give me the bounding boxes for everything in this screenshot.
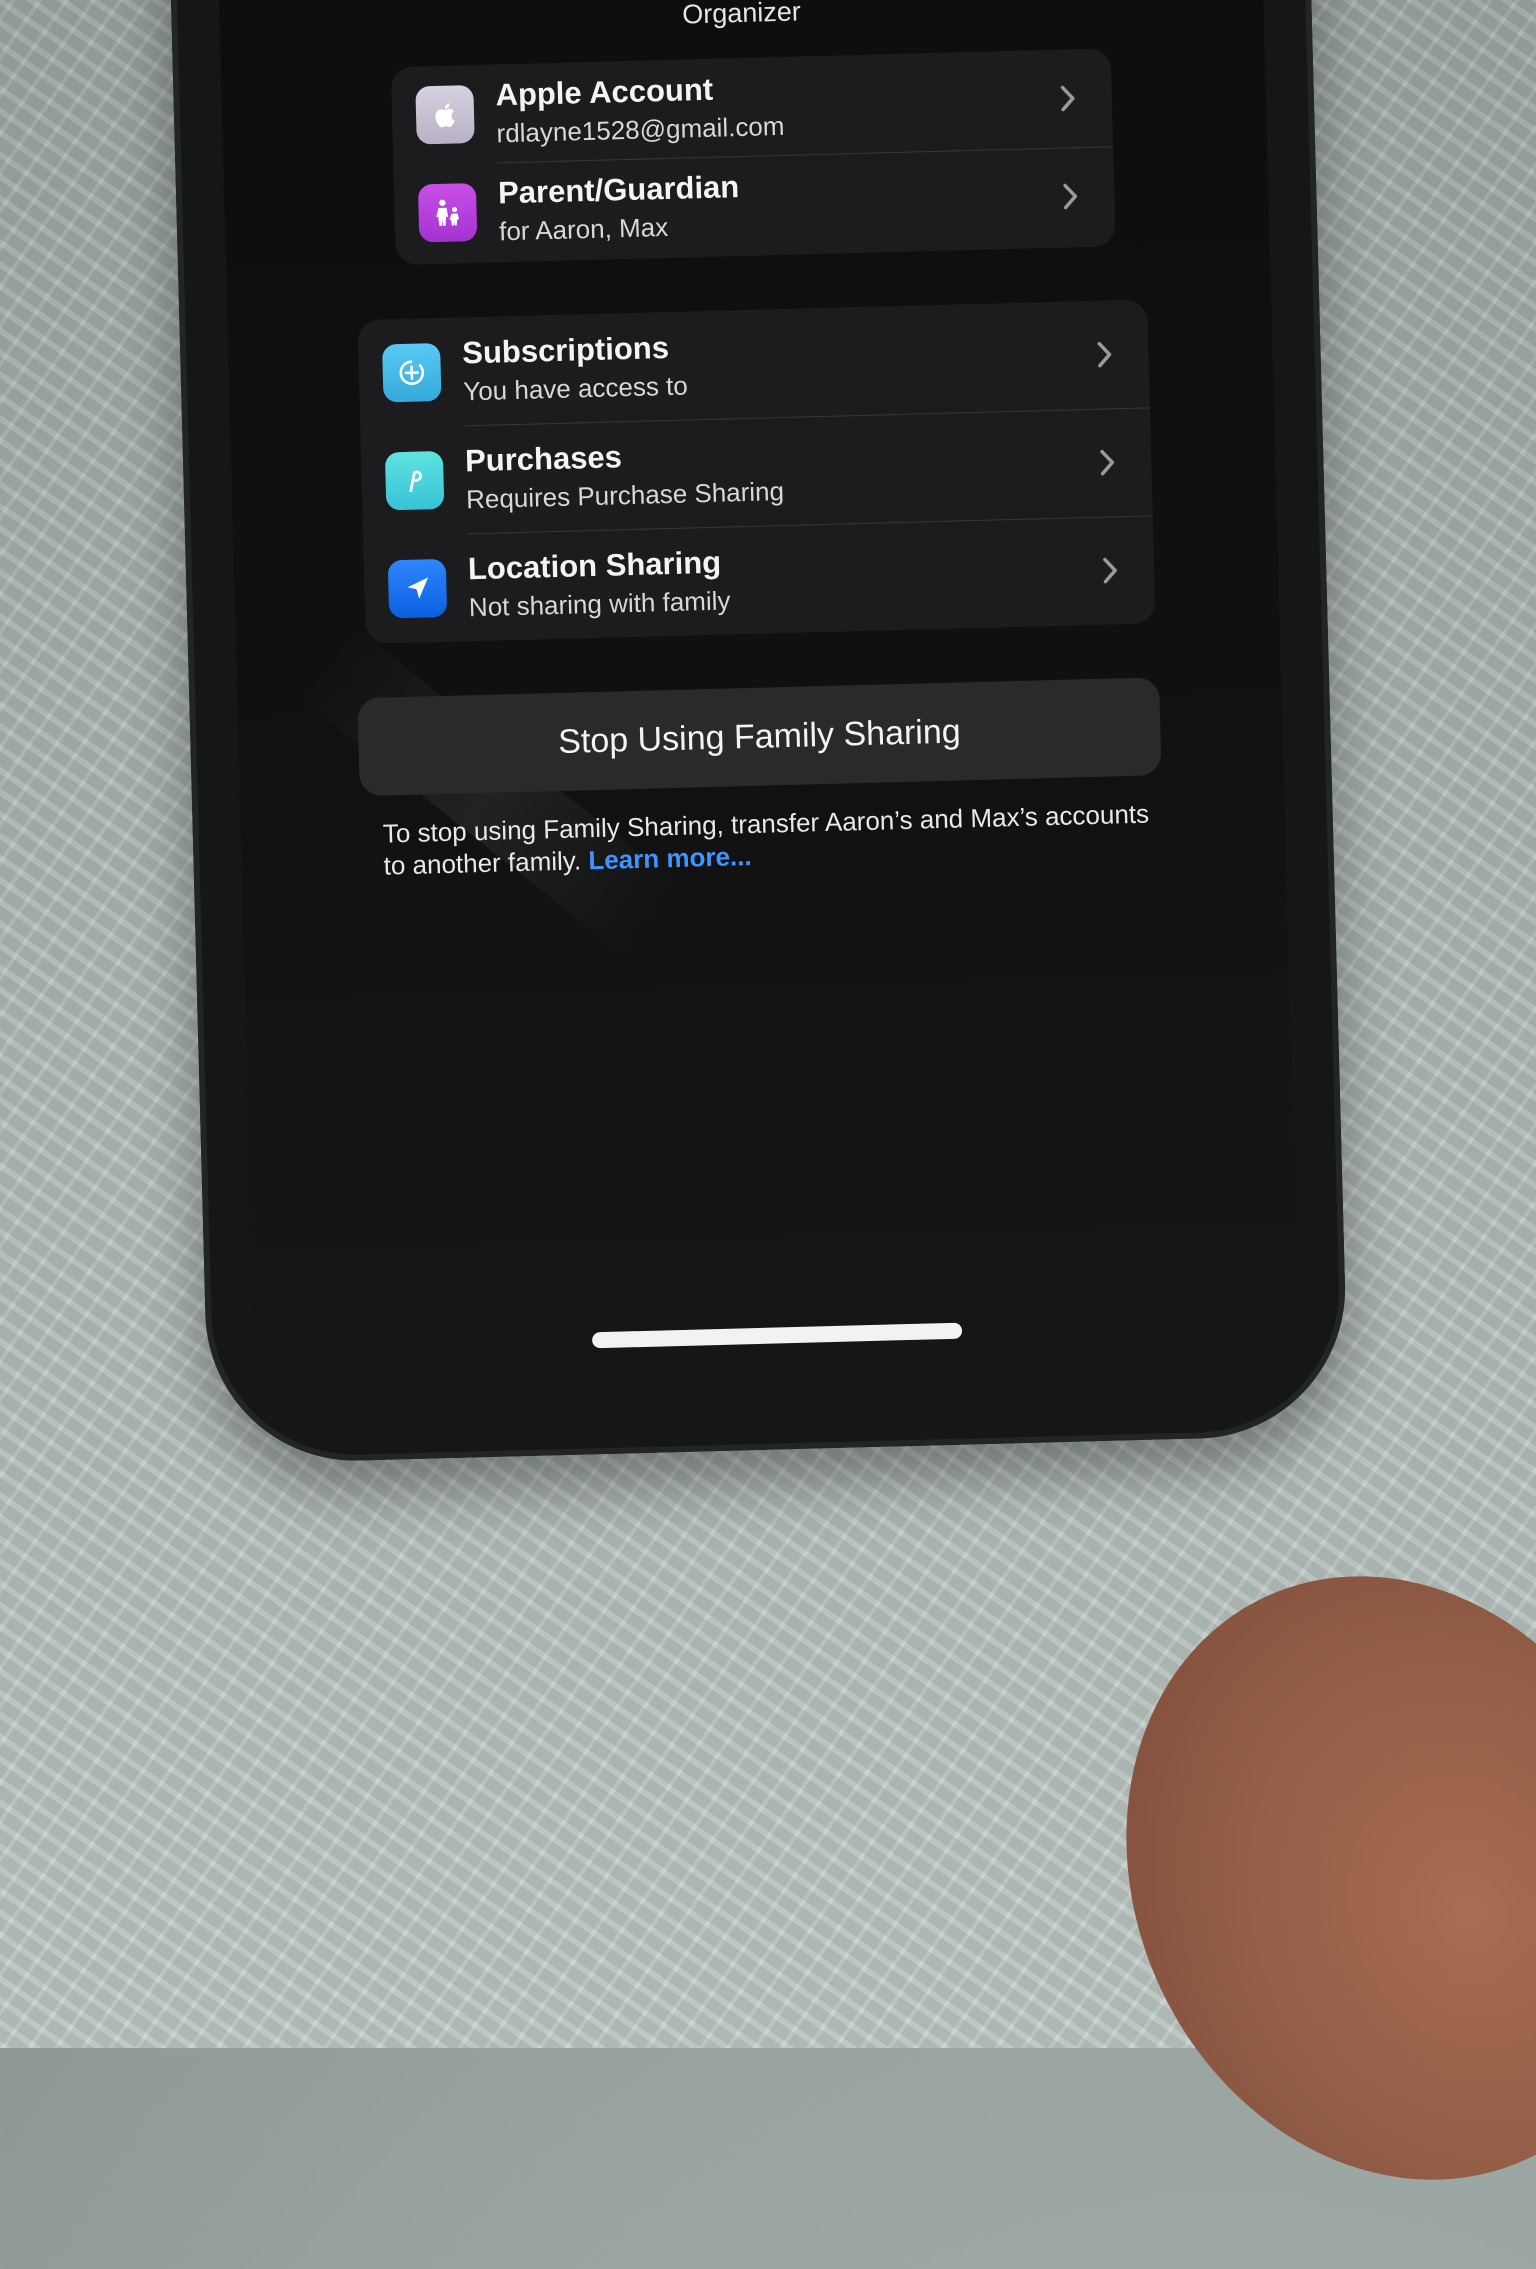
chevron-right-icon <box>1084 334 1125 375</box>
row-subscriptions[interactable]: Subscriptions You have access to <box>357 299 1150 428</box>
row-apple-account[interactable]: Apple Account rdlayne1528@gmail.com <box>391 48 1113 165</box>
row-subtitle: rdlayne1528@gmail.com <box>496 110 785 149</box>
chevron-right-icon <box>1047 78 1088 119</box>
sharing-group: Subscriptions You have access to Purchas… <box>357 299 1156 645</box>
family-parent-icon <box>417 182 478 243</box>
chevron-right-icon <box>1090 550 1131 591</box>
subscriptions-icon <box>382 342 442 403</box>
home-indicator[interactable] <box>591 1322 963 1349</box>
row-purchases[interactable]: Purchases Requires Purchase Sharing <box>360 407 1153 536</box>
purchases-icon <box>384 450 445 511</box>
phone: Organizer Apple Account rdlayne1528@gmai… <box>168 0 1349 1465</box>
row-subtitle: for Aaron, Max <box>498 211 669 247</box>
phone-screen: Organizer Apple Account rdlayne1528@gmai… <box>216 0 1300 1416</box>
page-title: Organizer <box>681 0 802 30</box>
account-group: Apple Account rdlayne1528@gmail.com Pare… <box>390 48 1116 266</box>
stop-family-sharing-button[interactable]: Stop Using Family Sharing <box>357 677 1162 797</box>
chevron-right-icon <box>1050 176 1091 217</box>
chevron-right-icon <box>1087 442 1128 483</box>
row-location-sharing[interactable]: Location Sharing Not sharing with family <box>363 515 1156 644</box>
learn-more-link[interactable]: Learn more... <box>588 841 752 875</box>
location-arrow-icon <box>387 558 448 619</box>
apple-logo-icon <box>415 84 475 145</box>
row-parent-guardian[interactable]: Parent/Guardian for Aaron, Max <box>393 146 1115 263</box>
